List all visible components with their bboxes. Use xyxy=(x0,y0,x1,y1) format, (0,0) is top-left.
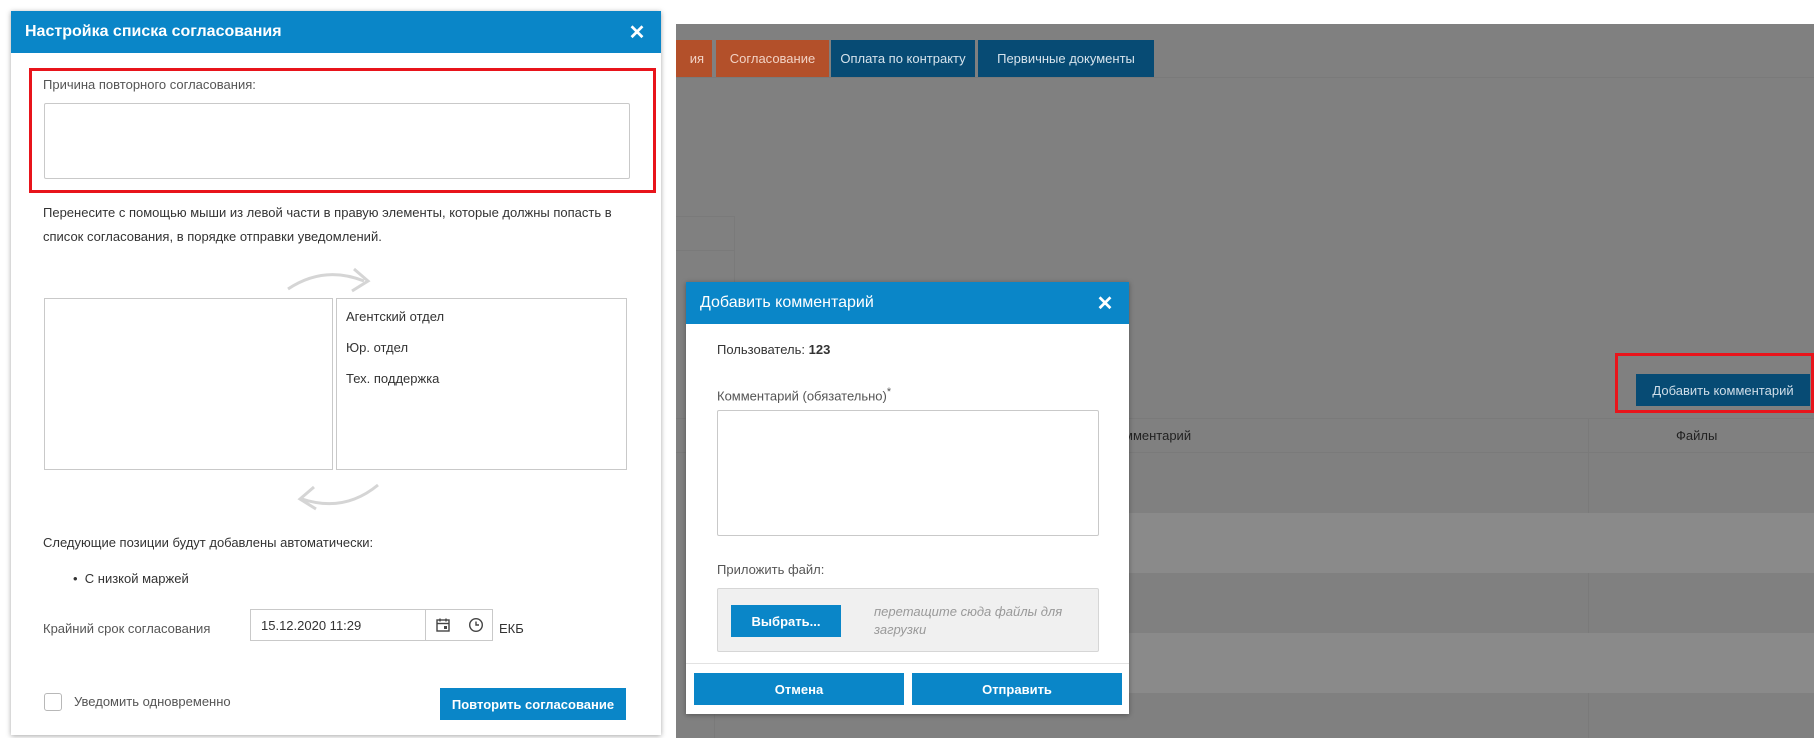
dialog-title: Настройка списка согласования xyxy=(25,23,282,40)
repeat-approval-button[interactable]: Повторить согласование xyxy=(440,688,626,720)
tab-approval[interactable]: Согласование xyxy=(716,40,829,77)
dialog-title: Добавить комментарий xyxy=(700,294,874,311)
notify-checkbox[interactable] xyxy=(44,693,62,711)
button-label: Добавить комментарий xyxy=(1652,382,1794,398)
list-item[interactable]: Агентский отдел xyxy=(346,309,444,324)
bg-divider xyxy=(676,250,734,251)
user-value: 123 xyxy=(808,342,831,357)
available-list[interactable] xyxy=(44,298,333,470)
close-icon[interactable]: ✕ xyxy=(625,20,649,44)
reason-label: Причина повторного согласования: xyxy=(43,77,256,92)
add-comment-dialog: Добавить комментарий ✕ Пользователь: 123… xyxy=(686,282,1129,714)
file-drop-zone[interactable]: Выбрать... перетащите сюда файлы для заг… xyxy=(717,588,1099,652)
tab-label: ия xyxy=(689,51,704,66)
notify-label: Уведомить одновременно xyxy=(74,694,231,709)
footer-divider xyxy=(686,663,1129,664)
deadline-input[interactable]: 15.12.2020 11:29 xyxy=(250,609,493,641)
list-item[interactable]: Тех. поддержка xyxy=(346,371,439,386)
curved-arrow-icon xyxy=(297,483,379,511)
tab-label: Первичные документы xyxy=(997,51,1135,66)
timezone-label: ЕКБ xyxy=(499,621,524,636)
add-comment-button[interactable]: Добавить комментарий xyxy=(1636,374,1810,406)
comment-label: Комментарий (обязательно)* xyxy=(717,386,891,403)
dialog-title-bar: Настройка списка согласования xyxy=(11,11,661,53)
calendar-icon[interactable] xyxy=(426,610,459,640)
deadline-value[interactable]: 15.12.2020 11:29 xyxy=(251,610,427,640)
comment-input[interactable] xyxy=(717,410,1099,536)
comment-label-text: Комментарий (обязательно) xyxy=(717,388,887,404)
auto-item-text: С низкой маржей xyxy=(84,571,189,586)
drop-hint-text: перетащите сюда файлы для загрузки xyxy=(874,604,1063,637)
selected-list[interactable]: Агентский отдел Юр. отдел Тех. поддержка xyxy=(336,298,627,470)
column-header-comment: мментарий xyxy=(1124,428,1192,443)
dialog-title-bar: Добавить комментарий xyxy=(686,282,1129,324)
choose-file-button[interactable]: Выбрать... xyxy=(731,605,841,637)
instructions-text: Перенесите с помощью мыши из левой части… xyxy=(43,205,612,244)
list-item[interactable]: Юр. отдел xyxy=(346,340,408,355)
tab-label: Согласование xyxy=(729,51,816,66)
deadline-label: Крайний срок согласования xyxy=(43,621,211,636)
tab-label: Оплата по контракту xyxy=(840,51,966,66)
auto-positions-label: Следующие позиции будут добавлены автома… xyxy=(43,535,374,550)
tab-primary-documents[interactable]: Первичные документы xyxy=(978,40,1154,77)
auto-item: • С низкой маржей xyxy=(73,571,189,586)
reason-input[interactable] xyxy=(44,103,630,179)
tab-contract-payment[interactable]: Оплата по контракту xyxy=(831,40,975,77)
bullet: • xyxy=(73,571,85,586)
send-button[interactable]: Отправить xyxy=(912,673,1122,705)
user-info: Пользователь: 123 xyxy=(717,342,830,357)
required-mark: * xyxy=(886,386,892,398)
tab-partial[interactable]: ия xyxy=(676,40,712,77)
bg-divider xyxy=(734,216,735,282)
clock-icon[interactable] xyxy=(459,610,492,640)
tab-divider xyxy=(676,77,1814,78)
attach-label: Приложить файл: xyxy=(717,562,825,577)
column-header-files: Файлы xyxy=(1676,428,1718,443)
bg-divider xyxy=(676,216,734,217)
approval-list-dialog: Настройка списка согласования ✕ Причина … xyxy=(11,11,661,735)
user-label: Пользователь: xyxy=(717,342,805,357)
cancel-button[interactable]: Отмена xyxy=(694,673,904,705)
close-icon[interactable]: ✕ xyxy=(1093,291,1117,315)
